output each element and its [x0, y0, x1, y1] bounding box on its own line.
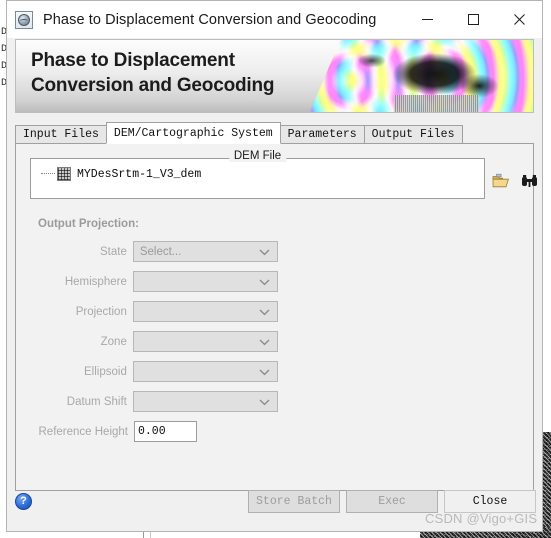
raster-file-icon — [57, 167, 71, 181]
dem-file-legend: DEM File — [228, 150, 287, 162]
hemisphere-combobox[interactable] — [132, 271, 278, 292]
close-button[interactable]: Close — [444, 490, 536, 513]
binoculars-icon[interactable] — [521, 174, 538, 194]
field-row-reference-height: Reference Height 0.00 — [38, 421, 278, 442]
maximize-button[interactable] — [450, 1, 496, 38]
reference-height-input[interactable]: 0.00 — [134, 421, 197, 442]
zone-label: Zone — [100, 335, 127, 348]
chevron-down-icon — [259, 398, 270, 405]
dem-file-tools — [492, 173, 538, 194]
projection-combobox[interactable] — [132, 301, 278, 322]
tab-parameters[interactable]: Parameters — [279, 125, 365, 144]
banner-title: Phase to Displacement Conversion and Geo… — [31, 50, 275, 96]
field-row-hemisphere: Hemisphere — [38, 271, 278, 292]
dem-file-tree-item[interactable]: MYDesSrtm-1_V3_dem — [31, 166, 484, 182]
tab-bar: Input Files DEM/Cartographic System Para… — [15, 122, 534, 144]
help-button[interactable]: ? — [15, 493, 32, 510]
chevron-down-icon — [259, 368, 270, 375]
dialog-footer: ? Store Batch Exec Close — [7, 485, 542, 531]
field-row-ellipsoid: Ellipsoid — [38, 361, 278, 382]
chevron-down-icon — [259, 338, 270, 345]
state-label: State — [99, 245, 127, 258]
tab-input-files[interactable]: Input Files — [15, 125, 107, 144]
state-value: Select... — [139, 245, 182, 258]
dem-cartographic-panel: DEM File MYDesSrtm-1_V3_dem Output Proje… — [15, 143, 537, 491]
window-title: Phase to Displacement Conversion and Geo… — [43, 11, 377, 28]
chevron-down-icon — [259, 278, 270, 285]
minimize-button[interactable] — [404, 1, 450, 38]
output-projection-label: Output Projection: — [38, 218, 139, 230]
projection-label: Projection — [75, 305, 127, 318]
open-folder-icon[interactable] — [492, 173, 510, 194]
title-bar[interactable]: Phase to Displacement Conversion and Geo… — [7, 1, 542, 38]
ellipsoid-combobox[interactable] — [132, 361, 278, 382]
dem-file-list[interactable]: MYDesSrtm-1_V3_dem — [30, 158, 485, 199]
reference-height-label: Reference Height — [38, 425, 129, 438]
chevron-down-icon — [259, 248, 270, 255]
field-row-projection: Projection — [38, 301, 278, 322]
dem-file-group: DEM File MYDesSrtm-1_V3_dem — [30, 150, 485, 199]
ellipsoid-label: Ellipsoid — [84, 365, 127, 378]
app-banner: Phase to Displacement Conversion and Geo… — [15, 39, 534, 113]
chevron-down-icon — [259, 308, 270, 315]
maximize-icon — [467, 14, 479, 25]
phase-to-displacement-dialog: Phase to Displacement Conversion and Geo… — [6, 0, 543, 532]
tab-output-files[interactable]: Output Files — [363, 125, 463, 144]
interferogram-fringe-image — [309, 40, 533, 112]
tab-dem-cartographic-system[interactable]: DEM/Cartographic System — [105, 122, 281, 144]
datum-shift-combobox[interactable] — [132, 391, 278, 412]
dem-file-name: MYDesSrtm-1_V3_dem — [77, 167, 202, 181]
window-controls — [404, 1, 542, 38]
banner-area: Phase to Displacement Conversion and Geo… — [15, 38, 534, 115]
exec-button[interactable]: Exec — [346, 490, 438, 513]
close-icon — [513, 14, 525, 25]
field-row-state: State Select... — [38, 241, 278, 262]
close-window-button[interactable] — [496, 1, 542, 38]
datum-shift-label: Datum Shift — [66, 395, 127, 408]
state-combobox[interactable]: Select... — [132, 241, 278, 262]
store-batch-button[interactable]: Store Batch — [248, 490, 340, 513]
field-row-datum-shift: Datum Shift — [38, 391, 278, 412]
app-globe-icon — [15, 10, 33, 29]
field-row-zone: Zone — [38, 331, 278, 352]
zone-combobox[interactable] — [132, 331, 278, 352]
minimize-icon — [421, 19, 433, 20]
tree-connector-icon — [41, 173, 55, 175]
hemisphere-label: Hemisphere — [64, 275, 127, 288]
